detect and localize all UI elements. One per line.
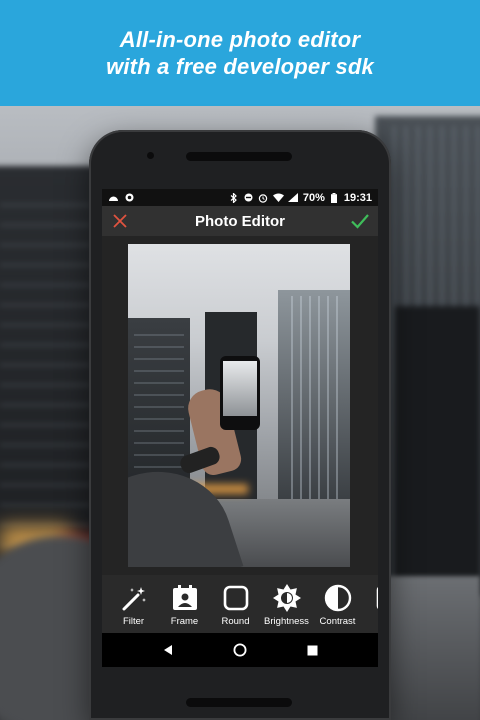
tool-label: Contrast bbox=[319, 616, 356, 627]
tool-label: Round bbox=[221, 616, 250, 627]
app-bar: Photo Editor bbox=[102, 206, 378, 236]
tool-brightness[interactable]: Brightness bbox=[261, 575, 312, 627]
wifi-icon bbox=[272, 193, 284, 202]
bottom-speaker bbox=[186, 698, 292, 707]
tool-round[interactable]: Round bbox=[210, 575, 261, 627]
contrast-icon bbox=[323, 583, 353, 613]
android-icon bbox=[108, 193, 119, 202]
banner-line-1: All-in-one photo editor bbox=[119, 27, 361, 52]
clock: 19:31 bbox=[343, 191, 372, 204]
battery-percentage: 70% bbox=[302, 191, 325, 204]
tool-label: Frame bbox=[170, 616, 199, 627]
home-icon bbox=[233, 643, 247, 657]
frame-icon bbox=[170, 583, 200, 613]
brightness-icon bbox=[272, 583, 302, 613]
close-icon bbox=[113, 214, 127, 228]
round-corner-icon bbox=[221, 583, 251, 613]
tool-label: Filter bbox=[122, 616, 145, 627]
tool-label: Brightness bbox=[264, 616, 309, 627]
phone-screen: 70% 19:31 Photo Editor Filter Frame Roun… bbox=[102, 189, 378, 667]
tool-filter[interactable]: Filter bbox=[108, 575, 159, 627]
back-button[interactable] bbox=[156, 638, 180, 662]
tool-vignette[interactable]: Vi bbox=[363, 575, 378, 627]
tool-contrast[interactable]: Contrast bbox=[312, 575, 363, 627]
tool-frame[interactable]: Frame bbox=[159, 575, 210, 627]
done-button[interactable] bbox=[349, 211, 371, 231]
signal-icon bbox=[288, 193, 299, 202]
front-camera bbox=[147, 152, 154, 159]
tool-strip: Filter Frame Round Brightness Contrast bbox=[102, 575, 378, 633]
circle-notification-icon bbox=[124, 193, 135, 202]
recents-button[interactable] bbox=[300, 638, 324, 662]
system-nav-bar bbox=[102, 633, 378, 667]
photo-being-edited[interactable] bbox=[128, 244, 350, 567]
bluetooth-icon bbox=[228, 192, 239, 203]
vignette-icon bbox=[374, 583, 378, 613]
status-bar: 70% 19:31 bbox=[102, 189, 378, 206]
banner-line-2: with a free developer sdk bbox=[106, 54, 374, 79]
home-button[interactable] bbox=[228, 638, 252, 662]
alarm-icon bbox=[258, 193, 269, 203]
battery-icon bbox=[329, 192, 340, 203]
page-title: Photo Editor bbox=[195, 212, 285, 230]
phone-device: 70% 19:31 Photo Editor Filter Frame Roun… bbox=[89, 130, 391, 720]
recents-icon bbox=[307, 645, 317, 655]
checkmark-icon bbox=[351, 214, 369, 229]
promo-banner: All-in-one photo editor with a free deve… bbox=[0, 0, 480, 106]
back-icon bbox=[164, 645, 172, 655]
editor-canvas bbox=[102, 236, 378, 575]
do-not-disturb-icon bbox=[243, 193, 254, 202]
earpiece-speaker bbox=[186, 152, 292, 161]
magic-wand-icon bbox=[119, 583, 149, 613]
close-button[interactable] bbox=[109, 211, 131, 231]
